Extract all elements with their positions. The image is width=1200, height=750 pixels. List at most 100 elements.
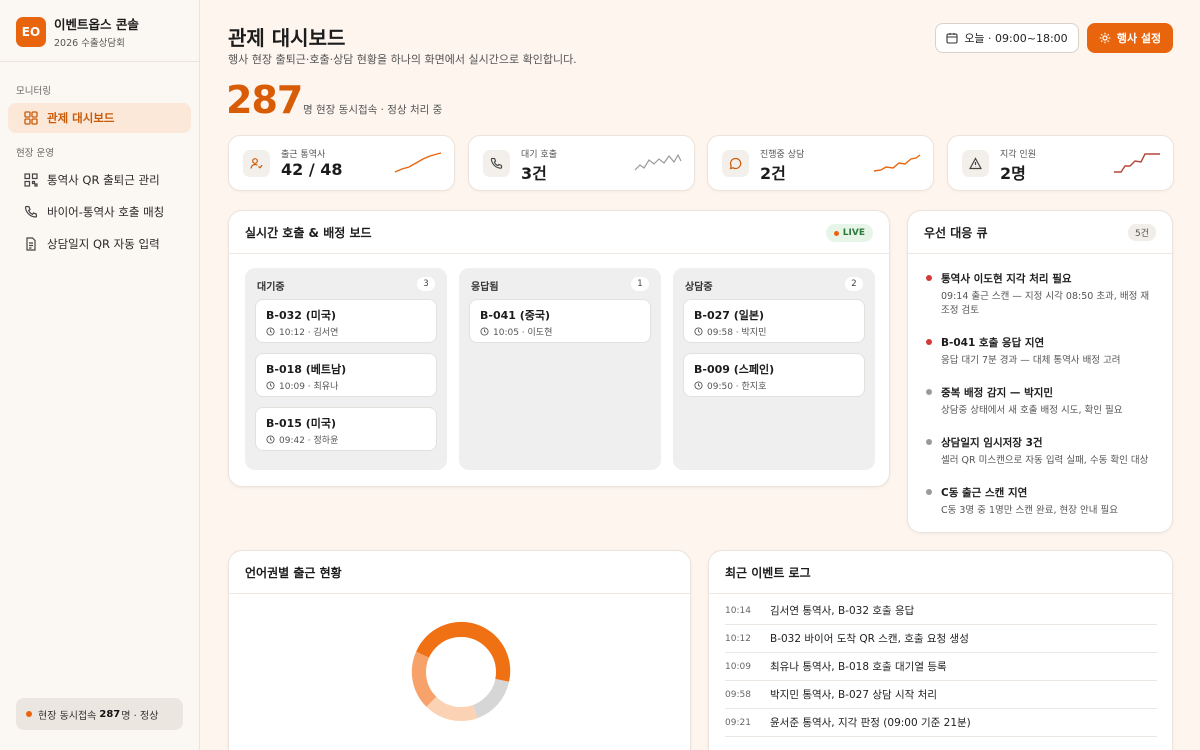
nav-section-ops: 현장 운영 (16, 148, 54, 159)
sparkline (634, 153, 682, 171)
queue-item-title: 상담일지 임시저장 3건 (941, 437, 1043, 449)
call-card[interactable]: B-018 (베트남) 10:09 · 최유나 (255, 353, 437, 397)
log-row: 10:09 최유나 통역사, B-018 호출 대기열 등록 (725, 653, 1157, 681)
time-range-label: 오늘 · 09:00~18:00 (964, 32, 1068, 45)
sidebar-item-consult-log[interactable]: 상담일지 QR 자동 입력 (8, 229, 191, 259)
queue-item-desc: 상담중 상태에서 새 호출 배정 시도, 확인 필요 (941, 405, 1123, 416)
call-card[interactable]: B-015 (미국) 09:42 · 정하윤 (255, 407, 437, 451)
main-content: 관제 대시보드 행사 현장 출퇴근·호출·상담 현황을 하나의 화면에서 실시간… (200, 0, 1200, 750)
queue-item[interactable]: 중복 배정 감지 — 박지민 상담중 상태에서 새 호출 배정 시도, 확인 필… (926, 385, 1154, 418)
sidebar-item-dashboard[interactable]: 관제 대시보드 (8, 103, 191, 133)
queue-item[interactable]: 상담일지 임시저장 3건 셀러 QR 미스캔으로 자동 입력 실패, 수동 확인… (926, 435, 1154, 468)
log-message: 박지민 통역사, B-027 상담 시작 처리 (770, 689, 937, 701)
call-board-panel: 실시간 호출 & 배정 보드 LIVE 대기중 3 B-032 (미국) 10:… (228, 210, 890, 487)
queue-item-desc: 셀러 QR 미스캔으로 자동 입력 실패, 수동 확인 대상 (941, 455, 1149, 466)
calendar-icon (946, 33, 958, 44)
language-attendance-panel: 언어권별 출근 현황 (228, 550, 691, 750)
language-donut-chart (411, 621, 511, 722)
clock-icon (266, 327, 275, 336)
kpi-label: 지각 인원 (1000, 150, 1036, 160)
call-id: B-009 (스페인) (694, 363, 775, 376)
log-time: 10:09 (725, 661, 751, 672)
call-card[interactable]: B-041 (중국) 10:05 · 이도현 (469, 299, 651, 343)
sparkline (394, 152, 442, 173)
queue-item-title: 중복 배정 감지 — 박지민 (941, 387, 1054, 399)
kpi-card-consultations[interactable]: 진행중 상담 2건 (707, 135, 934, 191)
brand-subtitle: 2026 수출상담회 (54, 38, 125, 49)
sidebar-item-label: 관제 대시보드 (47, 111, 115, 125)
phone-icon (483, 150, 510, 177)
chat-icon (722, 150, 749, 177)
call-id: B-015 (미국) (266, 417, 337, 430)
clock-icon (266, 381, 275, 390)
kpi-card-waiting-calls[interactable]: 대기 호출 3건 (468, 135, 695, 191)
sidebar-item-qr-attendance[interactable]: 통역사 QR 출퇴근 관리 (8, 165, 191, 195)
kpi-label: 출근 통역사 (281, 150, 326, 160)
sidebar-item-call-matching[interactable]: 바이어-통역사 호출 매칭 (8, 197, 191, 227)
call-id: B-018 (베트남) (266, 363, 347, 376)
qr-icon (24, 173, 38, 187)
clock-icon (694, 381, 703, 390)
queue-item[interactable]: B-041 호출 응답 지연 응답 대기 7분 경과 — 대체 통역사 배정 고… (926, 335, 1154, 368)
kpi-card-late[interactable]: 지각 인원 2명 (947, 135, 1174, 191)
time-range-button[interactable]: 오늘 · 09:00~18:00 (935, 23, 1079, 53)
document-icon (24, 237, 38, 251)
clock-icon (694, 327, 703, 336)
call-card[interactable]: B-027 (일본) 09:58 · 박지민 (683, 299, 865, 343)
log-row: 09:21 윤서준 통역사, 지각 판정 (09:00 기준 21분) (725, 709, 1157, 737)
call-id: B-032 (미국) (266, 309, 337, 322)
log-message: B-032 바이어 도착 QR 스캔, 호출 요청 생성 (770, 633, 969, 645)
warning-icon (962, 150, 989, 177)
log-time: 10:14 (725, 605, 751, 616)
queue-item[interactable]: 통역사 이도현 지각 처리 필요 09:14 출근 스캔 — 지정 시각 08:… (926, 271, 1154, 318)
queue-item[interactable]: C동 출근 스캔 지연 C동 3명 중 1명만 스캔 완료, 현장 안내 필요 (926, 485, 1154, 518)
log-time: 09:21 (725, 717, 751, 728)
event-settings-label: 행사 설정 (1116, 32, 1162, 45)
sparkline (873, 154, 921, 172)
priority-queue-panel: 우선 대응 큐 5건 통역사 이도현 지각 처리 필요 09:14 출근 스캔 … (907, 210, 1173, 533)
log-row: 10:14 김서연 통역사, B-032 호출 응답 (725, 597, 1157, 625)
live-dot (833, 230, 839, 236)
kpi-label: 대기 호출 (521, 150, 557, 160)
queue-item-desc: C동 3명 중 1명만 스캔 완료, 현장 안내 필요 (941, 505, 1118, 516)
donut-segment (416, 621, 511, 682)
connection-suffix: 명 · 정상 (121, 710, 159, 722)
log-message: 윤서준 통역사, 지각 판정 (09:00 기준 21분) (770, 717, 971, 729)
log-message: 김서연 통역사, B-032 호출 응답 (770, 605, 915, 617)
queue-item-title: 통역사 이도현 지각 처리 필요 (941, 273, 1072, 285)
connection-status: 현장 동시접속 287 명 · 정상 (16, 698, 183, 730)
page-title: 관제 대시보드 (228, 26, 346, 50)
board-column-consulting: 상담중 2 B-027 (일본) 09:58 · 박지민 B-009 (스페인)… (673, 268, 875, 470)
concurrent-users-value: 287 (226, 78, 303, 122)
live-label: LIVE (842, 228, 865, 238)
kpi-card-attendance[interactable]: 출근 통역사 42 / 48 (228, 135, 455, 191)
kpi-value: 2건 (760, 164, 786, 183)
donut-segment (411, 651, 437, 707)
column-count: 1 (631, 277, 649, 291)
connection-prefix: 현장 동시접속 (38, 710, 97, 722)
call-meta: 10:09 · 최유나 (279, 382, 339, 392)
panel-title: 언어권별 출근 현황 (229, 551, 690, 594)
donut-segment (426, 696, 478, 722)
donut-segment (472, 678, 509, 719)
sparkline (1114, 153, 1160, 173)
call-id: B-041 (중국) (480, 309, 551, 322)
event-settings-button[interactable]: 행사 설정 (1087, 23, 1173, 53)
queue-item-desc: 응답 대기 7분 경과 — 대체 통역사 배정 고려 (941, 355, 1121, 366)
sidebar: EO 이벤트옵스 콘솔 2026 수출상담회 모니터링 관제 대시보드 현장 운… (0, 0, 200, 750)
call-card[interactable]: B-032 (미국) 10:12 · 김서연 (255, 299, 437, 343)
kpi-value: 2명 (1000, 164, 1026, 183)
call-card[interactable]: B-009 (스페인) 09:50 · 한지호 (683, 353, 865, 397)
concurrent-users-caption: 명 현장 동시접속 · 정상 처리 중 (303, 104, 443, 116)
phone-icon (24, 205, 38, 219)
live-badge: LIVE (825, 224, 873, 242)
panel-title: 최근 이벤트 로그 (709, 551, 1172, 594)
kpi-label: 진행중 상담 (760, 150, 805, 160)
clock-icon (266, 435, 275, 444)
sidebar-item-label: 바이어-통역사 호출 매칭 (47, 205, 165, 219)
page-subtitle: 행사 현장 출퇴근·호출·상담 현황을 하나의 화면에서 실시간으로 확인합니다… (228, 53, 577, 66)
log-time: 10:12 (725, 633, 751, 644)
log-message: 최유나 통역사, B-018 호출 대기열 등록 (770, 661, 947, 673)
call-meta: 10:12 · 김서연 (279, 328, 339, 338)
severity-dot (926, 389, 932, 395)
